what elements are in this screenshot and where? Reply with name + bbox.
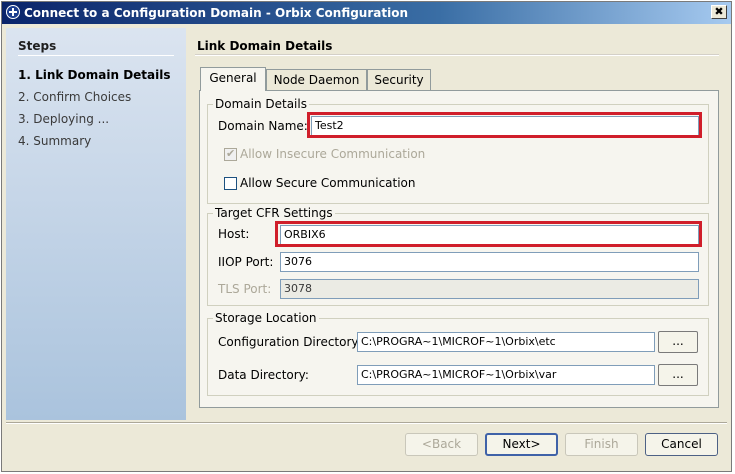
allow-secure-checkbox[interactable] [224, 177, 237, 190]
orbix-app-icon [6, 5, 20, 19]
step-confirm-choices: 2. Confirm Choices [18, 90, 132, 104]
domain-name-label: Domain Name: [218, 119, 308, 133]
storage-location-legend: Storage Location [213, 311, 319, 325]
step-summary: 4. Summary [18, 134, 92, 148]
config-dir-label: Configuration Directory: [218, 335, 362, 349]
iiop-port-input[interactable]: 3076 [280, 252, 699, 272]
tab-general[interactable]: General [200, 67, 266, 91]
step-deploying: 3. Deploying ... [18, 112, 110, 126]
host-label: Host: [218, 227, 250, 241]
checkmark-icon: ✔ [226, 147, 236, 160]
title-bar: Connect to a Configuration Domain - Orbi… [2, 2, 731, 24]
step-link-domain-details: 1. Link Domain Details [18, 68, 171, 82]
host-highlight [275, 221, 702, 247]
close-icon[interactable]: ✖ [711, 5, 727, 19]
back-button[interactable]: <Back [405, 433, 478, 456]
tab-node-daemon[interactable]: Node Daemon [266, 69, 367, 90]
title-divider [195, 54, 719, 56]
data-dir-input[interactable]: C:\PROGRA~1\MICROF~1\Orbix\var [357, 365, 655, 385]
tls-port-label: TLS Port: [218, 282, 272, 296]
cancel-button[interactable]: Cancel [645, 433, 718, 456]
tab-security[interactable]: Security [367, 69, 431, 90]
steps-divider [18, 55, 174, 56]
domain-details-legend: Domain Details [213, 97, 309, 111]
window-title: Connect to a Configuration Domain - Orbi… [24, 6, 408, 20]
dialog-window: Connect to a Configuration Domain - Orbi… [1, 1, 732, 472]
target-cfr-legend: Target CFR Settings [213, 206, 335, 220]
steps-panel: Steps 1. Link Domain Details 2. Confirm … [6, 28, 186, 420]
allow-insecure-checkbox[interactable]: ✔ [224, 147, 237, 161]
allow-insecure-label: Allow Insecure Communication [240, 147, 426, 161]
domain-name-highlight [307, 112, 702, 138]
iiop-port-label: IIOP Port: [218, 255, 274, 269]
tls-port-input: 3078 [280, 279, 699, 299]
steps-heading: Steps [18, 39, 57, 53]
config-dir-browse-button[interactable]: ... [658, 331, 698, 353]
config-dir-input[interactable]: C:\PROGRA~1\MICROF~1\Orbix\etc [357, 332, 655, 352]
footer-divider [6, 422, 727, 424]
finish-button[interactable]: Finish [565, 433, 638, 456]
next-button[interactable]: Next> [485, 433, 558, 456]
page-title: Link Domain Details [197, 39, 333, 53]
data-dir-browse-button[interactable]: ... [658, 364, 698, 386]
allow-secure-label: Allow Secure Communication [240, 176, 416, 190]
data-dir-label: Data Directory: [218, 368, 309, 382]
